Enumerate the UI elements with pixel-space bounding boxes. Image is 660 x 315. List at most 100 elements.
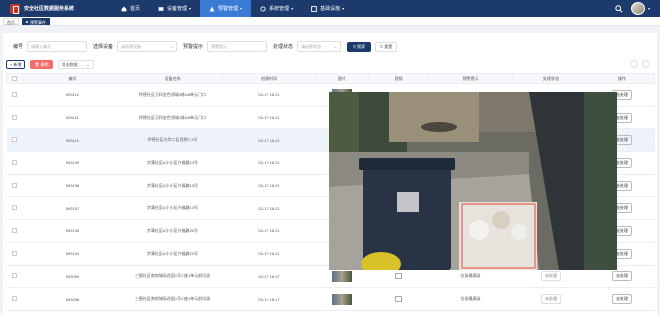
row-created-time: 03-17 16:21 bbox=[222, 242, 316, 266]
row-warning: 垃圾桶满溢 bbox=[428, 287, 513, 311]
row-id: 593109 bbox=[22, 151, 123, 175]
row-device-name: 三围社区南岗城际花园1号C座1单元前垃圾 bbox=[122, 287, 223, 311]
row-id: 593108 bbox=[22, 174, 123, 198]
nav-system-management[interactable]: 系统管理 ▾ bbox=[251, 0, 302, 17]
nav-alert-management[interactable]: 预警管理 ▾ bbox=[200, 0, 252, 17]
video-icon[interactable] bbox=[395, 273, 402, 280]
video-icon[interactable] bbox=[395, 296, 402, 303]
column-header[interactable]: 编号 bbox=[22, 73, 123, 84]
tab-alert-events[interactable]: 预警事件 bbox=[22, 17, 50, 25]
avatar[interactable] bbox=[630, 2, 645, 15]
thumbnail-image[interactable] bbox=[332, 270, 352, 282]
id-label: 编号 bbox=[13, 44, 24, 50]
table-header: 编号 设备名称 创建时间 图片 视频 预警提示 处理状态 操作 bbox=[6, 73, 655, 84]
row-device-name: 步满社区A小小区兴福路13号 bbox=[122, 174, 223, 198]
filter-bar: 编号 请输入编号 选择设备 请选择设备 预警提示 预警提示 处理状态 请选择状态… bbox=[13, 41, 398, 52]
process-button[interactable]: 去处理 bbox=[612, 271, 632, 282]
row-device-name: 步满社区A小小区兴福路20号 bbox=[122, 219, 223, 243]
row-id: 593110 bbox=[22, 128, 123, 153]
table-tools bbox=[626, 60, 650, 68]
status-select[interactable]: 请选择状态 bbox=[297, 41, 342, 52]
nav-device-management[interactable]: 设备管理 ▾ bbox=[149, 0, 200, 17]
row-checkbox[interactable] bbox=[6, 174, 23, 198]
preview-photo bbox=[329, 92, 617, 270]
row-id: 593098 bbox=[22, 287, 123, 311]
column-header[interactable]: 创建时间 bbox=[222, 73, 316, 84]
column-header: 视频 bbox=[368, 73, 429, 84]
row-device-name: 怀德社区万科金色领域4栋A8单元门口 bbox=[122, 83, 223, 107]
row-checkbox[interactable] bbox=[6, 265, 23, 289]
row-video[interactable] bbox=[368, 287, 429, 311]
tabs-bar: 首页 预警事件 bbox=[0, 17, 660, 26]
tab-home[interactable]: 首页 bbox=[3, 17, 19, 25]
chevron-down-icon[interactable]: ▾ bbox=[648, 6, 650, 11]
main-nav: 首页 设备管理 ▾ 预警管理 ▾ 系统管理 ▾ 基础设施 ▾ bbox=[112, 0, 353, 17]
row-image[interactable] bbox=[315, 287, 369, 311]
image-preview[interactable] bbox=[329, 92, 617, 270]
row-status: 未处理 bbox=[512, 287, 590, 311]
app-logo bbox=[10, 3, 20, 14]
warning-label: 预警提示 bbox=[183, 44, 204, 50]
row-device-name: 怀德社区万科金色领域4栋A8单元门口 bbox=[122, 106, 223, 130]
columns-icon[interactable] bbox=[642, 60, 650, 68]
delete-button[interactable]: 🗑 删除 bbox=[30, 60, 53, 69]
device-label: 选择设备 bbox=[93, 44, 114, 50]
add-button[interactable]: + 新增 bbox=[6, 60, 26, 69]
status-badge: 未处理 bbox=[541, 294, 561, 305]
row-device-name: 步满社区A小小区兴福路13号 bbox=[122, 151, 223, 175]
nav-infrastructure[interactable]: 基础设施 ▾ bbox=[302, 0, 353, 17]
search-icon[interactable] bbox=[615, 4, 623, 13]
row-id: 593104 bbox=[22, 242, 123, 266]
row-created-time: 03-17 16:21 bbox=[222, 174, 316, 198]
device-select[interactable]: 请选择设备 bbox=[117, 41, 178, 52]
row-checkbox[interactable] bbox=[6, 219, 23, 243]
top-right-tools: ▾ bbox=[615, 0, 650, 17]
column-header: 操作 bbox=[589, 73, 655, 84]
status-badge: 未处理 bbox=[541, 271, 561, 282]
device-icon bbox=[158, 6, 164, 11]
row-checkbox[interactable] bbox=[6, 196, 23, 221]
chevron-down-icon: ▾ bbox=[240, 6, 243, 11]
row-created-time: 03-17 16:17 bbox=[222, 287, 316, 311]
row-id: 593107 bbox=[22, 196, 123, 221]
reset-button[interactable]: ↻ 重置 bbox=[375, 41, 398, 52]
settings-icon bbox=[260, 5, 266, 12]
row-created-time: 03-17 16:21 bbox=[222, 128, 316, 153]
nav-home[interactable]: 首页 bbox=[112, 0, 149, 17]
row-id: 593112 bbox=[22, 83, 123, 107]
id-input[interactable]: 请输入编号 bbox=[27, 41, 88, 52]
column-header[interactable]: 设备名称 bbox=[122, 73, 223, 84]
export-select[interactable]: 导出数据 bbox=[57, 60, 94, 69]
warning-input[interactable]: 预警提示 bbox=[207, 41, 268, 52]
row-created-time: 03-17 16:21 bbox=[222, 83, 316, 107]
row-checkbox[interactable] bbox=[6, 151, 23, 175]
home-icon bbox=[121, 6, 127, 11]
alert-icon bbox=[209, 6, 215, 11]
chevron-down-icon: ▾ bbox=[291, 6, 294, 11]
row-checkbox[interactable] bbox=[6, 106, 23, 130]
process-button[interactable]: 去处理 bbox=[612, 294, 632, 305]
thumbnail-image[interactable] bbox=[332, 293, 352, 305]
row-created-time: 03-17 16:21 bbox=[222, 106, 316, 130]
select-all-checkbox[interactable] bbox=[6, 73, 23, 84]
table-row[interactable]: 593098 三围社区南岗城际花园1号C座1单元前垃圾 03-17 16:17 垃圾桶… bbox=[6, 287, 655, 311]
row-checkbox[interactable] bbox=[6, 128, 23, 153]
row-device-name: 步满社区A小小区兴福路13号 bbox=[122, 196, 223, 221]
row-device-name: 步满社区A小小区兴福路20号 bbox=[122, 242, 223, 266]
row-created-time: 03-17 16:21 bbox=[222, 151, 316, 175]
row-created-time: 03-17 16:21 bbox=[222, 196, 316, 221]
row-checkbox[interactable] bbox=[6, 83, 23, 107]
row-checkbox[interactable] bbox=[6, 287, 23, 311]
row-created-time: 03-17 16:21 bbox=[222, 219, 316, 243]
infrastructure-icon bbox=[311, 5, 317, 12]
row-id: 593111 bbox=[22, 106, 123, 130]
row-checkbox[interactable] bbox=[6, 242, 23, 266]
row-created-time: 03-17 16:17 bbox=[222, 265, 316, 289]
app-title: 安全社区数据服务系统 bbox=[24, 6, 75, 12]
refresh-icon[interactable] bbox=[630, 60, 638, 68]
chevron-down-icon: ▾ bbox=[342, 6, 345, 11]
action-bar: + 新增 🗑 删除 导出数据 bbox=[6, 60, 654, 69]
row-device-name: 三围社区南岗城际花园1号C座1单元前垃圾 bbox=[122, 265, 223, 289]
column-header: 预警提示 bbox=[428, 73, 513, 84]
search-button[interactable]: ⚲ 搜索 bbox=[347, 41, 372, 52]
